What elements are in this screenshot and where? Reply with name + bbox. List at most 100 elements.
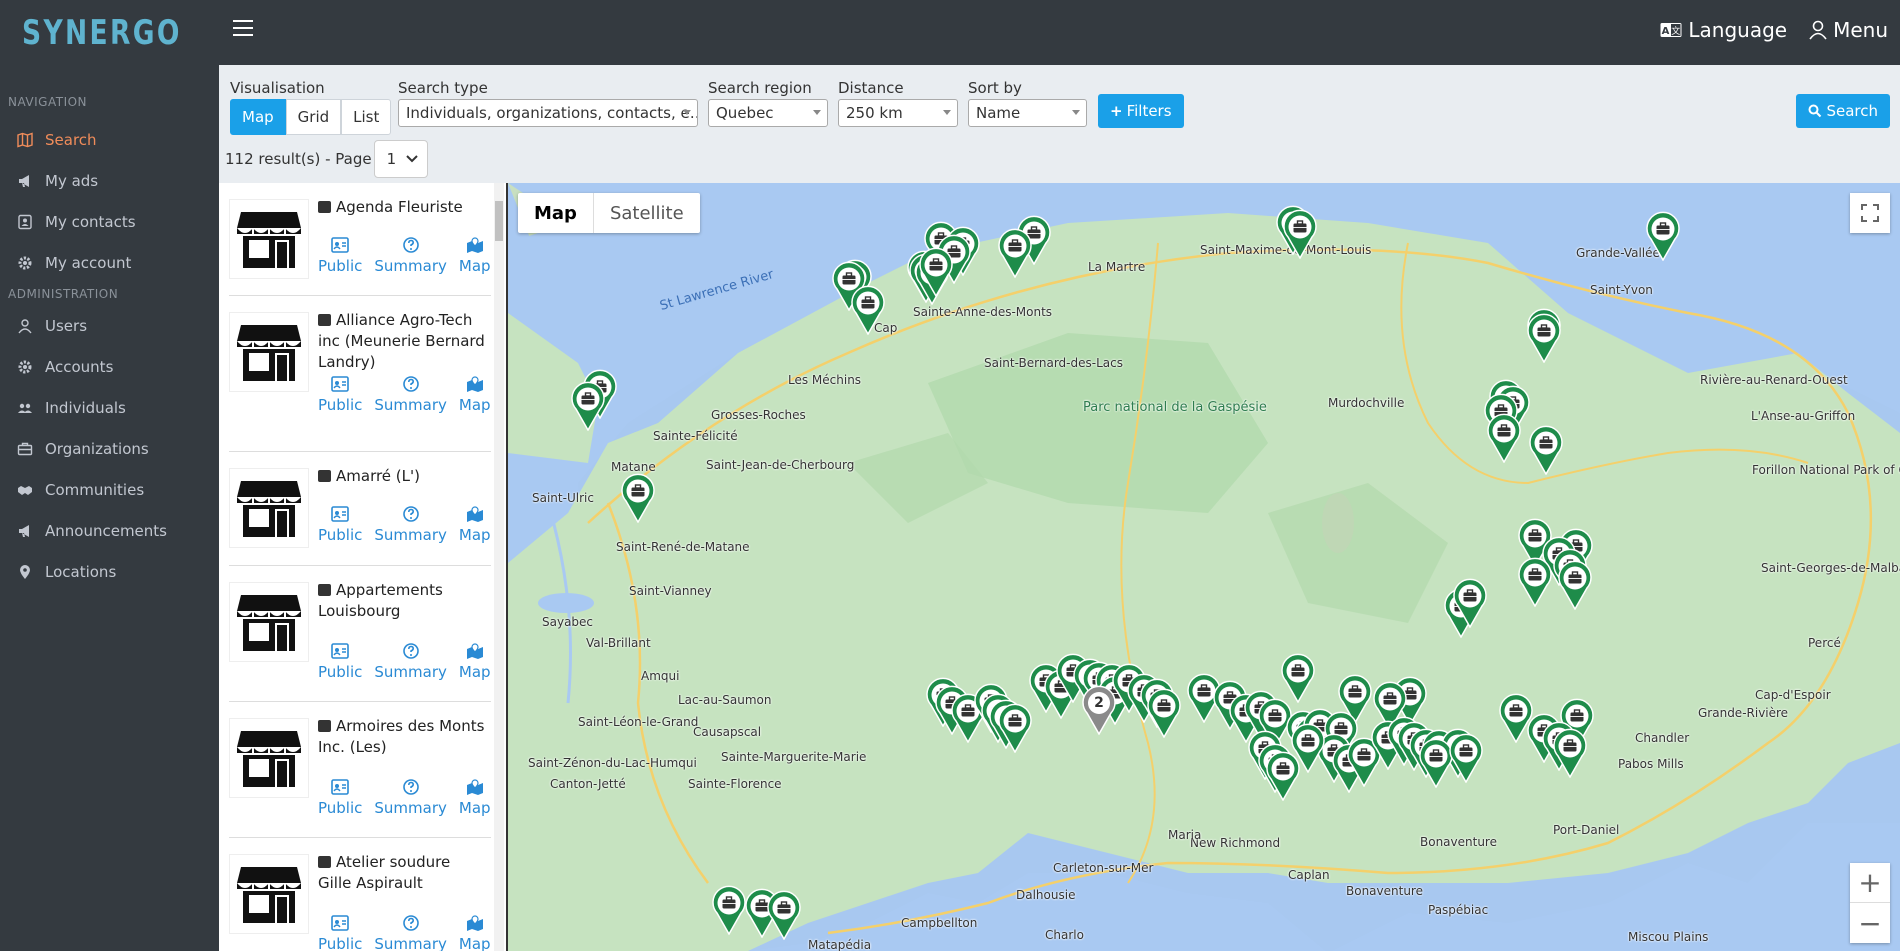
map-marker[interactable] [850,285,886,336]
map-link[interactable]: Map [459,376,491,414]
map-marker[interactable] [1552,728,1588,779]
map-marker[interactable] [766,890,802,941]
store-icon[interactable] [229,199,309,279]
summary-link[interactable]: Summary [374,643,447,681]
user-menu-button[interactable]: Menu [1809,18,1888,42]
summary-link[interactable]: Summary [374,506,447,544]
map-marker[interactable] [1486,413,1522,464]
filters-button[interactable]: + Filters [1098,94,1184,128]
summary-link[interactable]: Summary [374,779,447,817]
view-map-button[interactable]: Map [230,99,286,135]
map-marker[interactable] [1146,688,1182,739]
sidebar-item-my-ads[interactable]: My ads [0,160,219,201]
language-button[interactable]: A文 Language [1660,18,1787,42]
sidebar-item-accounts[interactable]: Accounts [0,346,219,387]
result-title[interactable]: Appartements Louisbourg [318,580,488,622]
chevron-down-icon [943,110,951,115]
map-marker[interactable] [1517,557,1553,608]
place-label: Val-Brillant [586,636,651,650]
store-icon[interactable] [229,582,309,662]
result-title[interactable]: Armoires des Monts Inc. (Les) [318,716,488,758]
result-card[interactable]: Appartements Louisbourg Public Summary Map [229,566,491,702]
map-marker[interactable] [918,247,954,298]
place-label: Maria [1168,828,1202,842]
sidebar-item-users[interactable]: Users [0,305,219,346]
map-marker[interactable] [570,381,606,432]
result-title[interactable]: Alliance Agro-Tech inc (Meunerie Bernard… [318,310,488,373]
result-title-text: Atelier soudure Gille Aspirault [318,853,451,892]
map-link[interactable]: Map [459,779,491,817]
view-grid-button[interactable]: Grid [285,99,342,135]
store-icon[interactable] [229,312,309,392]
public-profile-link[interactable]: Public [318,237,362,275]
result-card[interactable]: Armoires des Monts Inc. (Les) Public Summa… [229,702,491,838]
result-card[interactable]: Amarré (L') Public Summary Map [229,452,491,566]
sidebar-item-search[interactable]: Search [0,119,219,160]
distance-select[interactable]: 250 km [838,99,958,127]
logo[interactable]: SYNERGO [0,0,219,65]
result-title[interactable]: Agenda Fleuriste [318,197,488,218]
map-marker[interactable] [1557,560,1593,611]
summary-link[interactable]: Summary [374,237,447,275]
public-profile-link[interactable]: Public [318,376,362,414]
fullscreen-button[interactable] [1850,193,1890,233]
result-card[interactable]: Atelier soudure Gille Aspirault Public Sum… [229,838,491,951]
map-marker[interactable] [1528,425,1564,476]
hamburger-menu-icon[interactable] [233,20,253,40]
summary-link[interactable]: Summary [374,915,447,951]
public-profile-link[interactable]: Public [318,915,362,951]
address-card-icon [18,214,32,229]
map-type-map-button[interactable]: Map [518,193,594,233]
sort-select[interactable]: Name [968,99,1087,127]
sidebar-item-my-account[interactable]: My account [0,242,219,283]
map-marker[interactable] [711,885,747,936]
map-link[interactable]: Map [459,915,491,951]
page-select[interactable]: 1 [373,140,428,178]
result-title[interactable]: Amarré (L') [318,466,488,487]
search-type-select[interactable]: Individuals, organizations, contacts, e… [398,99,698,127]
zoom-out-button[interactable]: − [1850,903,1890,943]
map-type-satellite-button[interactable]: Satellite [594,193,700,233]
map-view[interactable]: Map Satellite + − St Lawrence River Parc… [508,183,1900,951]
sidebar-item-individuals[interactable]: Individuals [0,387,219,428]
zoom-in-button[interactable]: + [1850,863,1890,903]
sidebar-item-my-contacts[interactable]: My contacts [0,201,219,242]
list-scrollbar[interactable] [494,183,504,951]
public-profile-link[interactable]: Public [318,506,362,544]
map-marker[interactable] [1645,211,1681,262]
result-title[interactable]: Atelier soudure Gille Aspirault [318,852,488,894]
search-button[interactable]: Search [1796,94,1890,128]
map-marker[interactable] [1448,733,1484,784]
sidebar-item-announcements[interactable]: Announcements [0,510,219,551]
public-profile-link[interactable]: Public [318,643,362,681]
question-circle-icon [402,506,419,522]
search-region-select[interactable]: Quebec [708,99,828,127]
store-icon[interactable] [229,718,309,798]
result-card[interactable]: Agenda Fleuriste Public Summary Map [229,183,491,296]
sidebar-item-locations[interactable]: Locations [0,551,219,592]
map-marker[interactable] [1282,209,1318,260]
distance-value: 250 km [846,104,903,122]
sidebar-item-organizations[interactable]: Organizations [0,428,219,469]
map-marker[interactable] [620,473,656,524]
place-label: Charlo [1045,928,1084,942]
map-marker[interactable] [1526,313,1562,364]
place-label: Chandler [1635,731,1690,745]
language-icon: A文 [1660,23,1682,37]
map-marker[interactable] [997,228,1033,279]
public-profile-link[interactable]: Public [318,779,362,817]
map-marker[interactable] [1280,653,1316,704]
map-link[interactable]: Map [459,506,491,544]
map-link[interactable]: Map [459,643,491,681]
store-icon[interactable] [229,468,309,548]
map-marker[interactable] [1290,723,1326,774]
results-bar: 112 result(s) - Page 1 [225,140,428,178]
summary-link[interactable]: Summary [374,376,447,414]
store-icon[interactable] [229,854,309,934]
cluster-marker[interactable]: 2 [1081,685,1117,736]
result-card[interactable]: Alliance Agro-Tech inc (Meunerie Bernard… [229,296,491,452]
view-list-button[interactable]: List [341,99,392,135]
sidebar-item-communities[interactable]: Communities [0,469,219,510]
map-marker[interactable] [1452,578,1488,629]
map-link[interactable]: Map [459,237,491,275]
